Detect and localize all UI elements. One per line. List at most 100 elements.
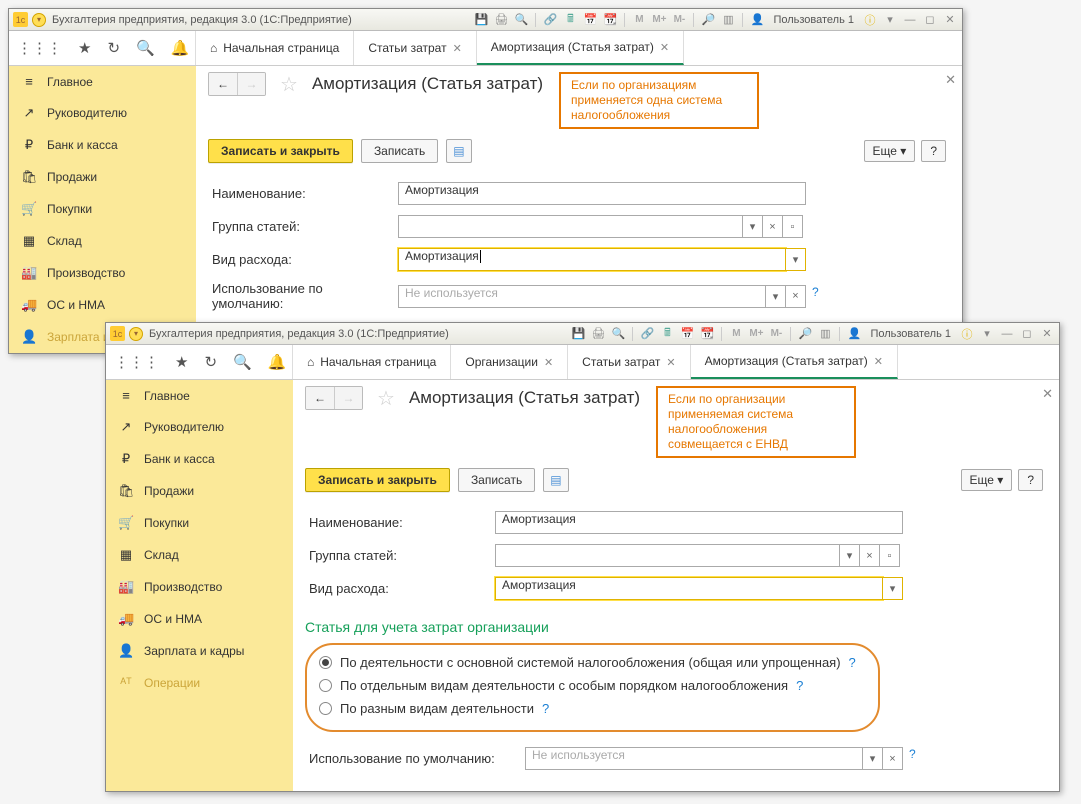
radio-opt2[interactable] (319, 679, 332, 692)
tab-home[interactable]: ⌂ Начальная страница (293, 345, 451, 379)
zoom-icon[interactable]: 🔎 (797, 326, 813, 342)
sidebar-item-assets[interactable]: 🚚ОС и НМА (9, 289, 196, 321)
open-button[interactable]: ▫ (783, 215, 803, 238)
tab-home[interactable]: ⌂ Начальная страница (196, 31, 354, 65)
dropdown-button[interactable]: ▾ (840, 544, 860, 567)
help-button[interactable]: ? (1018, 469, 1043, 491)
sidebar-item-production[interactable]: 🏭Производство (9, 257, 196, 289)
save-button[interactable]: Записать (361, 139, 438, 163)
content-close-button[interactable]: ✕ (1042, 386, 1053, 402)
tab-close-icon[interactable]: ✕ (666, 356, 675, 369)
memo-mplus[interactable]: М+ (748, 326, 764, 342)
clear-button[interactable]: × (786, 285, 806, 308)
zoom-icon[interactable]: 🔎 (700, 12, 716, 28)
apps-icon[interactable]: ⋮⋮⋮ (17, 39, 62, 57)
memo-m[interactable]: М (728, 326, 744, 342)
info-icon[interactable]: ⓘ (862, 12, 878, 28)
sidebar-item-production[interactable]: 🏭Производство (106, 571, 293, 603)
tab-close-icon[interactable]: ✕ (453, 42, 462, 55)
sidebar-item-main[interactable]: ≡Главное (106, 380, 293, 411)
tab-amort[interactable]: Амортизация (Статья затрат) ✕ (691, 345, 898, 379)
radio-opt3[interactable] (319, 702, 332, 715)
sidebar-item-sales[interactable]: 🛍Продажи (106, 475, 293, 507)
views-icon[interactable]: ▥ (817, 326, 833, 342)
help-link[interactable]: ? (812, 285, 819, 308)
clear-button[interactable]: × (763, 215, 783, 238)
sidebar-item-sales[interactable]: 🛍Продажи (9, 161, 196, 193)
tab-close-icon[interactable]: ✕ (874, 355, 883, 368)
sidebar-item-warehouse[interactable]: ▦Склад (9, 225, 196, 257)
more-button[interactable]: Еще ▾ (864, 140, 916, 162)
sidebar-item-bank[interactable]: ₽Банк и касса (9, 129, 196, 161)
notifications-icon[interactable]: 🔔 (171, 39, 190, 57)
tab-close-icon[interactable]: ✕ (660, 41, 669, 54)
open-button[interactable]: ▫ (880, 544, 900, 567)
nav-back-button[interactable]: ← (306, 387, 334, 409)
save-close-button[interactable]: Записать и закрыть (305, 468, 450, 492)
close-button[interactable]: ✕ (1039, 326, 1055, 342)
dropdown-icon[interactable]: ▾ (979, 326, 995, 342)
list-button[interactable]: ▤ (543, 468, 568, 492)
app-menu-button[interactable]: ▾ (32, 13, 46, 27)
default-input[interactable]: Не используется (398, 285, 766, 308)
sidebar-item-salary[interactable]: 👤Зарплата и кадры (106, 635, 293, 667)
help-button[interactable]: ? (921, 140, 946, 162)
preview-icon[interactable]: 🔍 (513, 12, 529, 28)
sidebar-item-purchases[interactable]: 🛒Покупки (106, 507, 293, 539)
tab-org[interactable]: Организации ✕ (451, 345, 568, 379)
help-link[interactable]: ? (849, 655, 856, 670)
minimize-button[interactable]: — (902, 12, 918, 28)
date-icon[interactable]: 📆 (602, 12, 618, 28)
favorites-icon[interactable]: ★ (175, 353, 188, 371)
search-icon[interactable]: 🔍 (136, 39, 155, 57)
memo-mplus[interactable]: М+ (651, 12, 667, 28)
sidebar-item-assets[interactable]: 🚚ОС и НМА (106, 603, 293, 635)
tab-close-icon[interactable]: ✕ (544, 356, 553, 369)
type-input[interactable]: Амортизация (398, 248, 786, 271)
app-menu-button[interactable]: ▾ (129, 327, 143, 341)
more-button[interactable]: Еще ▾ (961, 469, 1013, 491)
save-button[interactable]: Записать (458, 468, 535, 492)
sidebar-item-manager[interactable]: ↗Руководителю (106, 411, 293, 443)
dropdown-button[interactable]: ▾ (786, 248, 806, 271)
print-icon[interactable]: 🖨 (590, 326, 606, 342)
minimize-button[interactable]: — (999, 326, 1015, 342)
favorites-icon[interactable]: ★ (78, 39, 91, 57)
tab-stati[interactable]: Статьи затрат ✕ (568, 345, 690, 379)
memo-m[interactable]: М (631, 12, 647, 28)
print-icon[interactable]: 🖨 (493, 12, 509, 28)
help-link[interactable]: ? (542, 701, 549, 716)
save-icon[interactable]: 💾 (473, 12, 489, 28)
calendar-icon[interactable]: 📅 (582, 12, 598, 28)
preview-icon[interactable]: 🔍 (610, 326, 626, 342)
sidebar-item-warehouse[interactable]: ▦Склад (106, 539, 293, 571)
help-link[interactable]: ? (909, 747, 916, 770)
memo-mminus[interactable]: М- (768, 326, 784, 342)
dropdown-button[interactable]: ▾ (863, 747, 883, 770)
restore-button[interactable]: ◻ (922, 12, 938, 28)
notifications-icon[interactable]: 🔔 (268, 353, 287, 371)
link-icon[interactable]: 🔗 (639, 326, 655, 342)
group-input[interactable] (398, 215, 743, 238)
tab-amort[interactable]: Амортизация (Статья затрат) ✕ (477, 31, 684, 65)
restore-button[interactable]: ◻ (1019, 326, 1035, 342)
save-close-button[interactable]: Записать и закрыть (208, 139, 353, 163)
apps-icon[interactable]: ⋮⋮⋮ (114, 353, 159, 371)
date-icon[interactable]: 📆 (699, 326, 715, 342)
type-input[interactable]: Амортизация (495, 577, 883, 600)
search-icon[interactable]: 🔍 (233, 353, 252, 371)
save-icon[interactable]: 💾 (570, 326, 586, 342)
sidebar-item-operations[interactable]: ᴬᵀОперации (106, 667, 293, 698)
memo-mminus[interactable]: М- (671, 12, 687, 28)
calendar-icon[interactable]: 📅 (679, 326, 695, 342)
dropdown-button[interactable]: ▾ (743, 215, 763, 238)
calc-icon[interactable]: 🖩 (562, 12, 578, 28)
calc-icon[interactable]: 🖩 (659, 326, 675, 342)
group-input[interactable] (495, 544, 840, 567)
clear-button[interactable]: × (883, 747, 903, 770)
favorite-star-icon[interactable]: ☆ (280, 72, 298, 97)
favorite-star-icon[interactable]: ☆ (377, 386, 395, 411)
dropdown-button[interactable]: ▾ (883, 577, 903, 600)
sidebar-item-purchases[interactable]: 🛒Покупки (9, 193, 196, 225)
tab-stati[interactable]: Статьи затрат ✕ (354, 31, 476, 65)
